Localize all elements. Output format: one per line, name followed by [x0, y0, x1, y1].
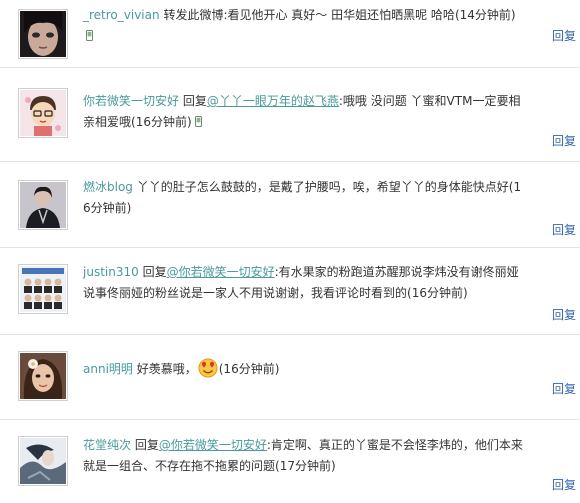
cartoon-avatar [20, 90, 66, 136]
comment-item: _retro_vivian 转发此微博:看见他开心 真好～ 田华姐还怕晒黑呢 哈… [0, 0, 580, 68]
comment-content: 燃冰blog 丫丫的肚子怎么鼓鼓的，是戴了护腰吗，唉，希望丫丫的身体能快点好(1… [83, 177, 523, 219]
comment-username[interactable]: _retro_vivian [83, 8, 160, 22]
comment-item: 花堂纯次 回复@你若微笑一切安好:肯定啊、真正的丫蜜是不会怪李炜的，他们本来就是… [0, 420, 580, 503]
comment-username[interactable]: anni明明 [83, 362, 133, 376]
comment-content: justin310 回复@你若微笑一切安好:有水果家的粉跑道苏醒那说李炜没有谢佟… [83, 262, 523, 304]
mention-link[interactable]: @你若微笑一切安好 [159, 438, 267, 452]
mention-link[interactable]: @丫丫一眼万年的赵飞燕 [207, 94, 339, 108]
comment-prefix: 回复 [134, 438, 159, 452]
comment-item: justin310 回复@你若微笑一切安好:有水果家的粉跑道苏醒那说李炜没有谢佟… [0, 248, 580, 335]
comment-text: 好羡慕哦， [136, 362, 197, 376]
anime-art-avatar [20, 438, 66, 484]
comment-text: 转发此微博:看见他开心 真好～ 田华姐还怕晒黑呢 哈哈 [163, 8, 455, 22]
comment-content: anni明明 好羡慕哦， (16分钟前) [83, 356, 523, 380]
comment-username[interactable]: 你若微笑一切安好 [83, 94, 179, 108]
reply-button[interactable]: 回复 [552, 132, 576, 149]
heart-eyes-emoji [198, 358, 218, 378]
girl-with-flower-avatar [20, 353, 66, 399]
comment-time: (16分钟前) [407, 286, 468, 300]
reply-button[interactable]: 回复 [552, 221, 576, 238]
comment-username[interactable]: 燃冰blog [83, 180, 133, 194]
avatar[interactable] [18, 88, 68, 138]
comment-item: 燃冰blog 丫丫的肚子怎么鼓鼓的，是戴了护腰吗，唉，希望丫丫的身体能快点好(1… [0, 162, 580, 248]
comment-username[interactable]: 花堂纯次 [83, 438, 131, 452]
reply-button[interactable]: 回复 [552, 27, 576, 44]
dark-figure-avatar [20, 182, 66, 228]
group-photo-avatar [20, 266, 66, 312]
comment-item: anni明明 好羡慕哦， (16分钟前) 回复 [0, 335, 580, 420]
comment-feed: _retro_vivian 转发此微博:看见他开心 真好～ 田华姐还怕晒黑呢 哈… [0, 0, 580, 503]
comment-time: (17分钟前) [275, 459, 336, 473]
reply-button[interactable]: 回复 [552, 380, 576, 397]
comment-time: (16分钟前) [218, 362, 280, 376]
comment-content: _retro_vivian 转发此微博:看见他开心 真好～ 田华姐还怕晒黑呢 哈… [83, 5, 523, 47]
mobile-phone-icon [86, 30, 93, 41]
reply-button[interactable]: 回复 [552, 306, 576, 323]
comment-time: (16分钟前) [131, 115, 192, 129]
avatar[interactable] [18, 264, 68, 314]
comment-item: 你若微笑一切安好 回复@丫丫一眼万年的赵飞燕:哦哦 没问题 丫蜜和VTM一定要相… [0, 68, 580, 162]
comment-text: 丫丫的肚子怎么鼓鼓的，是戴了护腰吗，唉，希望丫丫的身体能快点好 [136, 180, 509, 194]
comment-time: (14分钟前) [454, 8, 516, 22]
avatar[interactable] [18, 9, 68, 59]
mobile-phone-icon [194, 116, 202, 127]
dark-hair-girl-avatar [20, 11, 66, 57]
reply-button[interactable]: 回复 [552, 476, 576, 493]
comment-username[interactable]: justin310 [83, 265, 139, 279]
comment-content: 你若微笑一切安好 回复@丫丫一眼万年的赵飞燕:哦哦 没问题 丫蜜和VTM一定要相… [83, 91, 523, 133]
avatar[interactable] [18, 180, 68, 230]
mention-link[interactable]: @你若微笑一切安好 [167, 265, 275, 279]
avatar[interactable] [18, 351, 68, 401]
avatar[interactable] [18, 436, 68, 486]
comment-prefix: 回复 [142, 265, 167, 279]
comment-content: 花堂纯次 回复@你若微笑一切安好:肯定啊、真正的丫蜜是不会怪李炜的，他们本来就是… [83, 435, 523, 477]
comment-prefix: 回复 [182, 94, 207, 108]
